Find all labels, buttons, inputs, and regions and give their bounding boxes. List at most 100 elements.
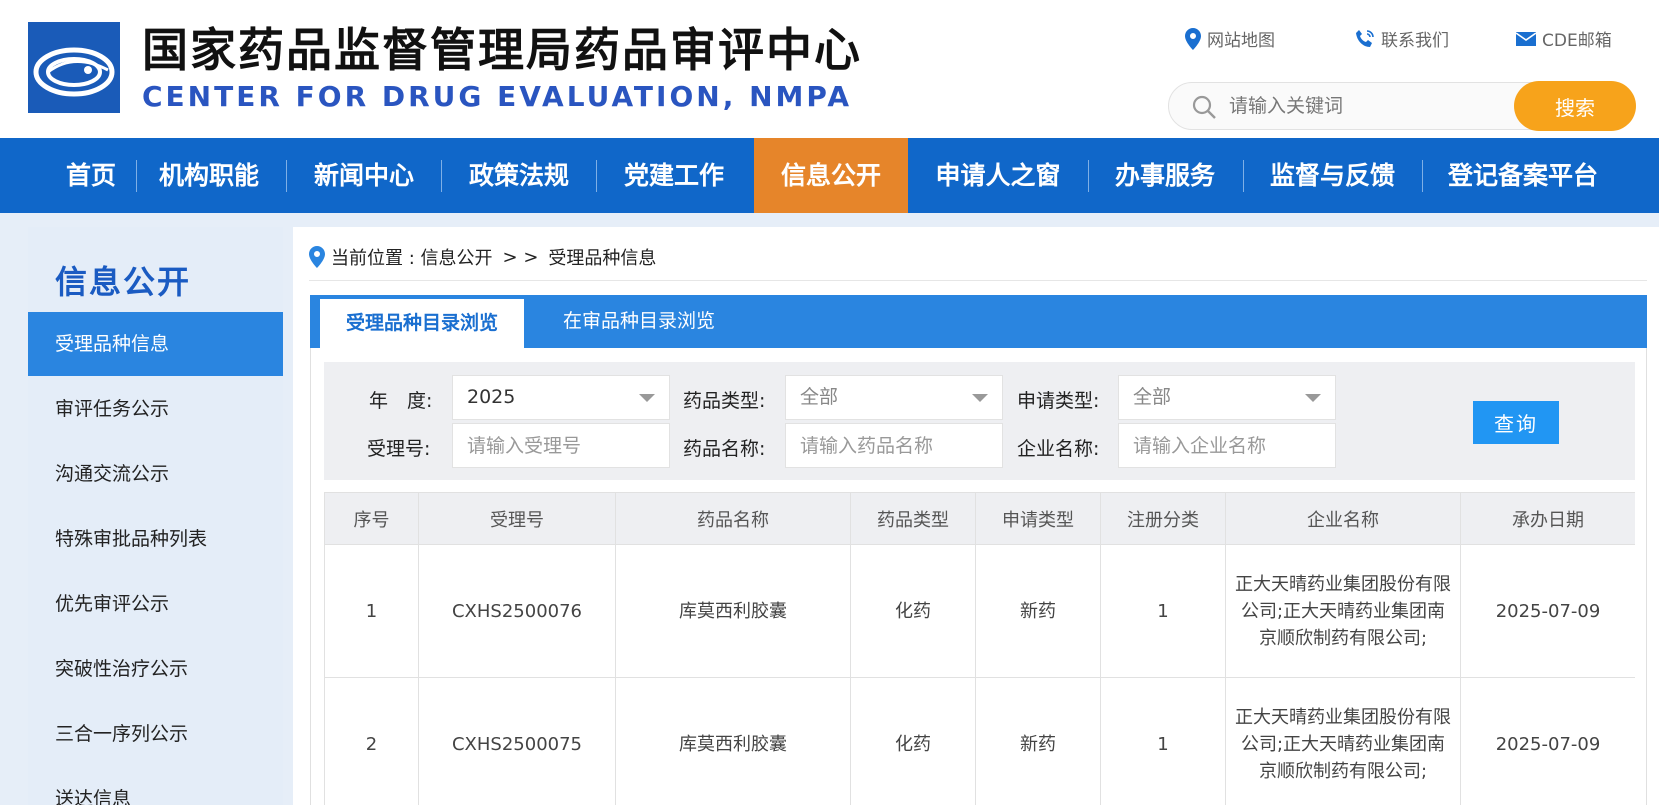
nav-home[interactable]: 首页 [46, 138, 136, 213]
cell-date: 2025-07-09 [1460, 544, 1635, 678]
drug-name-input[interactable] [785, 423, 1003, 468]
sidebar-item-review-tasks[interactable]: 审评任务公示 [28, 377, 283, 441]
site-title: 国家药品监督管理局药品审评中心 [142, 23, 862, 77]
nav-divider [1243, 160, 1244, 192]
nav-divider [596, 160, 597, 192]
tab-under-review-catalog[interactable]: 在审品种目录浏览 [534, 295, 744, 348]
company-input[interactable] [1118, 423, 1336, 468]
accept-no-input[interactable] [452, 423, 670, 468]
main-content: 当前位置 : 信息公开 > > 受理品种信息 受理品种目录浏览 在审品种目录浏览… [293, 227, 1659, 805]
cell-drug-type: 化药 [850, 677, 976, 805]
nav-organization[interactable]: 机构职能 [144, 138, 274, 213]
results-table-wrapper: 序号 受理号 药品名称 药品类型 申请类型 注册分类 企业名称 承办日期 1 C… [324, 492, 1635, 805]
cell-company: 正大天晴药业集团股份有限公司;正大天晴药业集团南京顺欣制药有限公司; [1225, 544, 1461, 678]
drug-type-select-value: 全部 [800, 386, 839, 408]
sitemap-link[interactable]: 网站地图 [1185, 26, 1275, 51]
location-pin-icon [309, 246, 325, 268]
apply-type-select-value: 全部 [1133, 386, 1172, 408]
breadcrumb-prefix[interactable]: 当前位置 : 信息公开 [331, 244, 493, 270]
nav-divider [286, 160, 287, 192]
nav-divider [441, 160, 442, 192]
drug-type-select[interactable]: 全部 [785, 375, 1003, 420]
sidebar-item-priority-review[interactable]: 优先审评公示 [28, 572, 283, 636]
nav-policy[interactable]: 政策法规 [454, 138, 584, 213]
sitemap-label: 网站地图 [1207, 31, 1275, 51]
year-select[interactable]: 2025 [452, 375, 670, 420]
nav-divider [1422, 160, 1423, 192]
accept-no-label: 受理号: [367, 438, 431, 460]
col-header-reg-class: 注册分类 [1100, 492, 1226, 545]
sidebar-item-delivery[interactable]: 送达信息 [28, 767, 283, 805]
year-label: 年 度: [369, 390, 433, 412]
cell-reg-class: 1 [1100, 544, 1226, 678]
search-icon [1192, 95, 1216, 119]
cell-reg-class: 1 [1100, 677, 1226, 805]
col-header-index: 序号 [324, 492, 419, 545]
results-table: 序号 受理号 药品名称 药品类型 申请类型 注册分类 企业名称 承办日期 1 C… [324, 492, 1635, 805]
cell-drug-name: 库莫西利胶囊 [615, 677, 851, 805]
apply-type-select[interactable]: 全部 [1118, 375, 1336, 420]
table-header-row: 序号 受理号 药品名称 药品类型 申请类型 注册分类 企业名称 承办日期 [324, 492, 1635, 545]
col-header-drug-type: 药品类型 [850, 492, 976, 545]
col-header-company: 企业名称 [1225, 492, 1461, 545]
tab-accepted-catalog[interactable]: 受理品种目录浏览 [320, 299, 524, 348]
table-row[interactable]: 1 CXHS2500076 库莫西利胶囊 化药 新药 1 正大天晴药业集团股份有… [324, 544, 1635, 678]
cell-accept-no[interactable]: CXHS2500075 [418, 677, 616, 805]
cell-apply-type: 新药 [975, 677, 1101, 805]
nav-news[interactable]: 新闻中心 [299, 138, 429, 213]
sidebar: 信息公开 受理品种信息 审评任务公示 沟通交流公示 特殊审批品种列表 优先审评公… [28, 227, 283, 805]
col-header-accept-no: 受理号 [418, 492, 616, 545]
breadcrumb: 当前位置 : 信息公开 > > 受理品种信息 [309, 244, 656, 270]
sidebar-item-accepted-varieties[interactable]: 受理品种信息 [28, 312, 283, 376]
cde-mail-link[interactable]: CDE邮箱 [1516, 26, 1612, 51]
company-label: 企业名称: [1017, 438, 1100, 460]
nav-divider [136, 160, 137, 192]
tab-bar: 受理品种目录浏览 在审品种目录浏览 [310, 295, 1647, 348]
year-select-value: 2025 [467, 386, 516, 408]
cell-index: 1 [324, 544, 419, 678]
top-links: 网站地图 联系我们 CDE邮箱 [1185, 26, 1625, 52]
sidebar-item-communication[interactable]: 沟通交流公示 [28, 442, 283, 506]
site-subtitle: CENTER FOR DRUG EVALUATION, NMPA [142, 80, 852, 113]
chevron-down-icon [1305, 394, 1321, 402]
contact-label: 联系我们 [1381, 31, 1449, 51]
main-nav: 首页 机构职能 新闻中心 政策法规 党建工作 信息公开 申请人之窗 办事服务 监… [0, 138, 1659, 213]
tab-panel: 年 度: 2025 药品类型: 全部 申请类型: 全部 受理号: 药品名称: 企… [310, 348, 1647, 805]
site-header: 国家药品监督管理局药品审评中心 CENTER FOR DRUG EVALUATI… [0, 0, 1659, 138]
filter-panel: 年 度: 2025 药品类型: 全部 申请类型: 全部 受理号: 药品名称: 企… [324, 362, 1635, 480]
breadcrumb-separator: > > [502, 246, 539, 268]
phone-icon [1356, 29, 1374, 47]
nav-registration[interactable]: 登记备案平台 [1432, 138, 1614, 213]
cell-date: 2025-07-09 [1460, 677, 1635, 805]
sidebar-item-three-in-one[interactable]: 三合一序列公示 [28, 702, 283, 766]
site-logo[interactable] [28, 22, 120, 113]
sidebar-item-special-approval[interactable]: 特殊审批品种列表 [28, 507, 283, 571]
chevron-down-icon [972, 394, 988, 402]
cde-logo-icon [28, 22, 120, 113]
col-header-apply-type: 申请类型 [975, 492, 1101, 545]
query-button[interactable]: 查询 [1473, 401, 1559, 444]
drug-name-label: 药品名称: [683, 438, 766, 460]
cell-apply-type: 新药 [975, 544, 1101, 678]
nav-party[interactable]: 党建工作 [609, 138, 739, 213]
nav-feedback[interactable]: 监督与反馈 [1255, 138, 1410, 213]
cell-drug-type: 化药 [850, 544, 976, 678]
mail-icon [1516, 31, 1536, 46]
nav-applicant[interactable]: 申请人之窗 [919, 138, 1077, 213]
search-input[interactable] [1229, 91, 1499, 121]
nav-info-disclosure[interactable]: 信息公开 [754, 138, 908, 213]
cell-index: 2 [324, 677, 419, 805]
col-header-drug-name: 药品名称 [615, 492, 851, 545]
sidebar-item-breakthrough[interactable]: 突破性治疗公示 [28, 637, 283, 701]
contact-link[interactable]: 联系我们 [1355, 26, 1449, 51]
cell-company: 正大天晴药业集团股份有限公司;正大天晴药业集团南京顺欣制药有限公司; [1225, 677, 1461, 805]
breadcrumb-current: 受理品种信息 [548, 248, 657, 269]
cde-mail-label: CDE邮箱 [1542, 31, 1612, 51]
sidebar-title: 信息公开 [55, 263, 192, 301]
cell-drug-name: 库莫西利胶囊 [615, 544, 851, 678]
table-row[interactable]: 2 CXHS2500075 库莫西利胶囊 化药 新药 1 正大天晴药业集团股份有… [324, 677, 1635, 805]
search-button[interactable]: 搜索 [1514, 81, 1636, 131]
map-pin-icon [1185, 27, 1201, 50]
cell-accept-no[interactable]: CXHS2500076 [418, 544, 616, 678]
nav-services[interactable]: 办事服务 [1100, 138, 1230, 213]
